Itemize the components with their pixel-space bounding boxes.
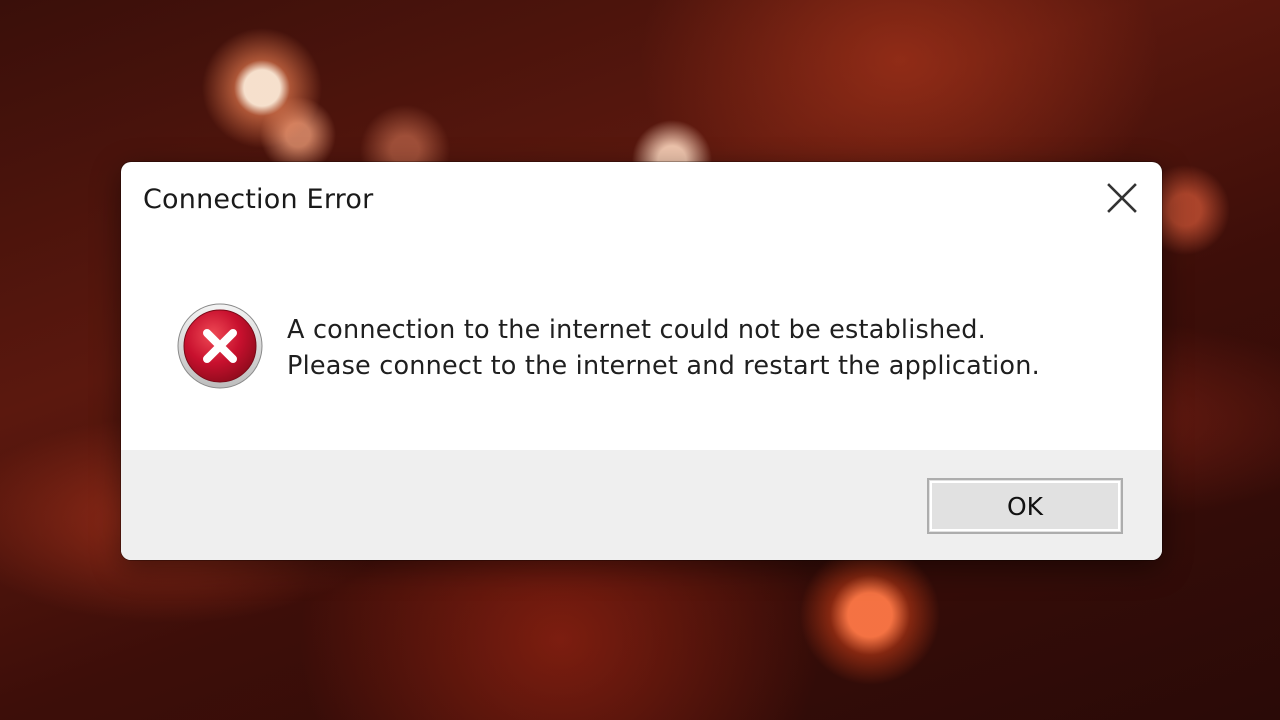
close-icon bbox=[1107, 183, 1137, 213]
dialog-content: A connection to the internet could not b… bbox=[121, 240, 1162, 450]
close-button[interactable] bbox=[1104, 180, 1140, 216]
error-x-icon bbox=[177, 303, 263, 389]
message-line-1: A connection to the internet could not b… bbox=[287, 315, 986, 345]
dialog-title: Connection Error bbox=[143, 184, 374, 215]
ok-button[interactable]: OK bbox=[927, 478, 1123, 534]
error-dialog: Connection Error A connection to the int… bbox=[121, 162, 1162, 560]
message-line-2: Please connect to the internet and resta… bbox=[287, 351, 1040, 381]
dialog-footer: OK bbox=[121, 450, 1162, 560]
title-bar: Connection Error bbox=[121, 162, 1162, 240]
error-message: A connection to the internet could not b… bbox=[287, 312, 1040, 384]
